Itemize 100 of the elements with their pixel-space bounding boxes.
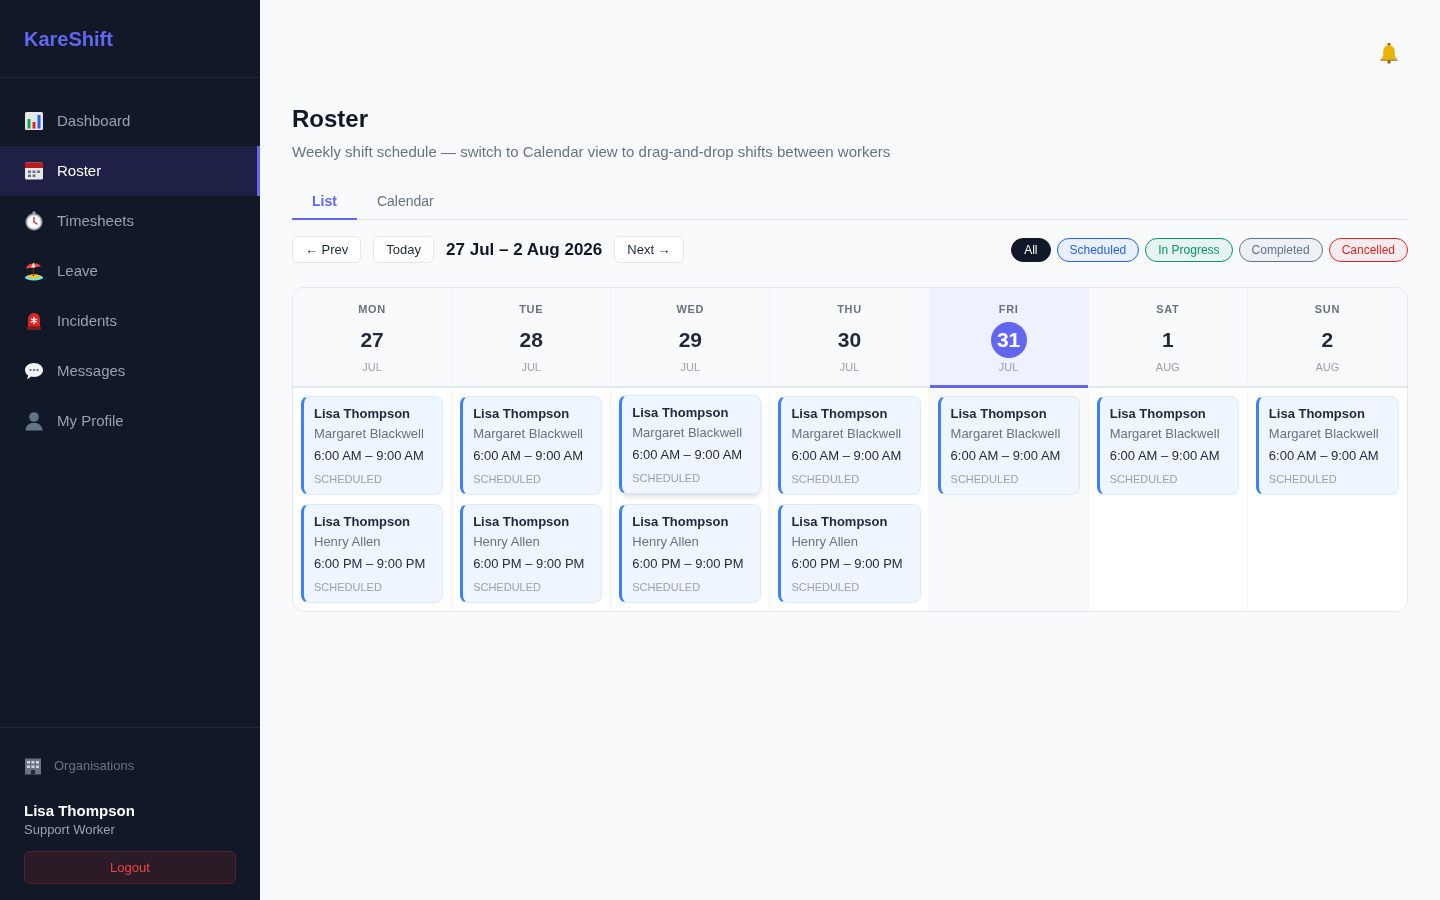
shift-time: 6:00 AM – 9:00 AM bbox=[314, 447, 425, 465]
month-label: JUL bbox=[521, 360, 541, 374]
client-name: Margaret Blackwell bbox=[473, 425, 584, 443]
nav-item[interactable]: My Profile bbox=[0, 396, 260, 446]
shift-time: 6:00 PM – 9:00 PM bbox=[791, 555, 904, 573]
client-name: Margaret Blackwell bbox=[1268, 425, 1380, 443]
worker-name: Lisa Thompson bbox=[314, 405, 412, 423]
view-tab[interactable]: Calendar bbox=[356, 185, 454, 220]
date-number: 30 bbox=[837, 327, 862, 354]
organisations-link[interactable]: Organisations bbox=[24, 757, 236, 775]
shift-time: 6:00 AM – 9:00 AM bbox=[950, 447, 1062, 465]
worker-name: Lisa Thompson bbox=[473, 513, 571, 531]
shift-card[interactable]: Lisa Thompson Henry Allen 6:00 PM – 9:00 PM SCHEDULED bbox=[460, 504, 603, 603]
date-number: 2 bbox=[1321, 327, 1334, 354]
shift-time: 6:00 AM – 9:00 AM bbox=[632, 446, 744, 464]
client-name: Henry Allen bbox=[314, 533, 382, 551]
status-filter-chip[interactable]: All bbox=[1011, 237, 1051, 262]
shift-time: 6:00 AM – 9:00 AM bbox=[1109, 447, 1221, 465]
month-label: AUG bbox=[1315, 360, 1340, 374]
nav-item[interactable]: Incidents bbox=[0, 296, 260, 346]
next-week-button[interactable]: Next → bbox=[614, 236, 684, 263]
page-title: Roster bbox=[292, 104, 370, 134]
app-logo: KareShift bbox=[24, 26, 113, 52]
shift-status: SCHEDULED bbox=[950, 472, 1020, 486]
status-filter-chip[interactable]: In Progress bbox=[1145, 237, 1233, 262]
shift-status: SCHEDULED bbox=[1109, 472, 1179, 486]
previous-week-button[interactable]: ← Prev bbox=[292, 236, 362, 263]
client-name: Margaret Blackwell bbox=[791, 425, 903, 443]
worker-name: Lisa Thompson bbox=[632, 404, 730, 422]
shift-card[interactable]: Lisa Thompson Margaret Blackwell 6:00 AM – 9:00 AM SCHEDULED bbox=[1096, 396, 1239, 495]
beach-umbrella-icon bbox=[24, 261, 44, 281]
client-name: Henry Allen bbox=[791, 533, 859, 551]
user-name: Lisa Thompson bbox=[24, 801, 136, 821]
worker-name: Lisa Thompson bbox=[314, 513, 412, 531]
shift-status: SCHEDULED bbox=[632, 471, 702, 485]
person-silhouette-icon bbox=[24, 411, 44, 431]
shift-card[interactable]: Lisa Thompson Margaret Blackwell 6:00 AM – 9:00 AM SCHEDULED bbox=[460, 396, 603, 495]
building-icon bbox=[24, 757, 42, 775]
shift-status: SCHEDULED bbox=[632, 580, 702, 594]
client-name: Margaret Blackwell bbox=[950, 425, 1062, 443]
client-name: Margaret Blackwell bbox=[1109, 425, 1221, 443]
weekday-label: MON bbox=[358, 302, 386, 317]
nav-item[interactable]: Timesheets bbox=[0, 196, 260, 246]
shift-status: SCHEDULED bbox=[1268, 472, 1338, 486]
today-button[interactable]: Today bbox=[373, 236, 435, 263]
logout-button[interactable]: Logout bbox=[24, 851, 236, 884]
shift-card[interactable]: Lisa Thompson Margaret Blackwell 6:00 AM – 9:00 AM SCHEDULED bbox=[778, 396, 921, 495]
shift-card[interactable]: Lisa Thompson Margaret Blackwell 6:00 AM – 9:00 AM SCHEDULED bbox=[937, 396, 1080, 495]
nav-item[interactable]: Leave bbox=[0, 246, 260, 296]
shift-status: SCHEDULED bbox=[791, 472, 861, 486]
shift-status: SCHEDULED bbox=[791, 580, 861, 594]
worker-name: Lisa Thompson bbox=[791, 513, 889, 531]
shift-card[interactable]: Lisa Thompson Henry Allen 6:00 PM – 9:00 PM SCHEDULED bbox=[301, 504, 444, 603]
calendar-icon bbox=[24, 161, 44, 181]
shift-card[interactable]: Lisa Thompson Henry Allen 6:00 PM – 9:00 PM SCHEDULED bbox=[619, 504, 762, 603]
shift-card[interactable]: Lisa Thompson Margaret Blackwell 6:00 AM – 9:00 AM SCHEDULED bbox=[1255, 396, 1399, 495]
month-label: AUG bbox=[1155, 360, 1180, 374]
bell-icon[interactable] bbox=[1378, 42, 1400, 64]
weekday-label: WED bbox=[676, 302, 705, 317]
nav-item[interactable]: Messages bbox=[0, 346, 260, 396]
worker-name: Lisa Thompson bbox=[1109, 405, 1207, 423]
status-filter-chip[interactable]: Scheduled bbox=[1056, 237, 1140, 262]
shift-time: 6:00 PM – 9:00 PM bbox=[314, 555, 427, 573]
nav-item[interactable]: Dashboard bbox=[0, 96, 260, 146]
worker-name: Lisa Thompson bbox=[632, 513, 730, 531]
shift-time: 6:00 AM – 9:00 AM bbox=[791, 447, 903, 465]
client-name: Margaret Blackwell bbox=[632, 424, 744, 442]
shift-card[interactable]: Lisa Thompson Margaret Blackwell 6:00 AM – 9:00 AM SCHEDULED bbox=[619, 395, 762, 494]
worker-name: Lisa Thompson bbox=[791, 405, 889, 423]
date-number: 28 bbox=[519, 327, 543, 354]
month-label: JUL bbox=[362, 360, 382, 374]
client-name: Henry Allen bbox=[632, 533, 700, 551]
bar-chart-icon bbox=[24, 111, 44, 131]
date-number: 27 bbox=[360, 327, 384, 354]
weekday-label: TUE bbox=[519, 302, 544, 317]
weekday-label: SAT bbox=[1156, 302, 1180, 317]
view-tab[interactable]: List bbox=[292, 185, 357, 220]
shift-card[interactable]: Lisa Thompson Margaret Blackwell 6:00 AM – 9:00 AM SCHEDULED bbox=[301, 396, 444, 495]
weekday-label: THU bbox=[837, 302, 862, 317]
user-role: Support Worker bbox=[24, 821, 116, 839]
stopwatch-icon bbox=[24, 211, 44, 231]
date-range-label: 27 Jul – 2 Aug 2026 bbox=[446, 238, 603, 261]
shift-status: SCHEDULED bbox=[314, 580, 383, 594]
client-name: Henry Allen bbox=[473, 533, 541, 551]
shift-time: 6:00 AM – 9:00 AM bbox=[1268, 447, 1380, 465]
shift-status: SCHEDULED bbox=[314, 472, 383, 486]
client-name: Margaret Blackwell bbox=[314, 425, 425, 443]
date-number: 29 bbox=[678, 327, 703, 354]
shift-time: 6:00 PM – 9:00 PM bbox=[632, 555, 745, 573]
date-number: 31 bbox=[990, 322, 1027, 358]
status-filter-chip[interactable]: Cancelled bbox=[1328, 237, 1408, 262]
weekday-label: FRI bbox=[998, 302, 1019, 317]
shift-time: 6:00 AM – 9:00 AM bbox=[473, 447, 584, 465]
shift-status: SCHEDULED bbox=[473, 580, 542, 594]
status-filter-chip[interactable]: Completed bbox=[1238, 237, 1323, 262]
shift-card[interactable]: Lisa Thompson Henry Allen 6:00 PM – 9:00 PM SCHEDULED bbox=[778, 504, 921, 603]
page-subtitle: Weekly shift schedule — switch to Calendar view to drag-and-drop shifts between workers bbox=[292, 142, 892, 162]
nav-item[interactable]: Roster bbox=[0, 146, 260, 196]
worker-name: Lisa Thompson bbox=[950, 405, 1048, 423]
month-label: JUL bbox=[998, 360, 1019, 374]
